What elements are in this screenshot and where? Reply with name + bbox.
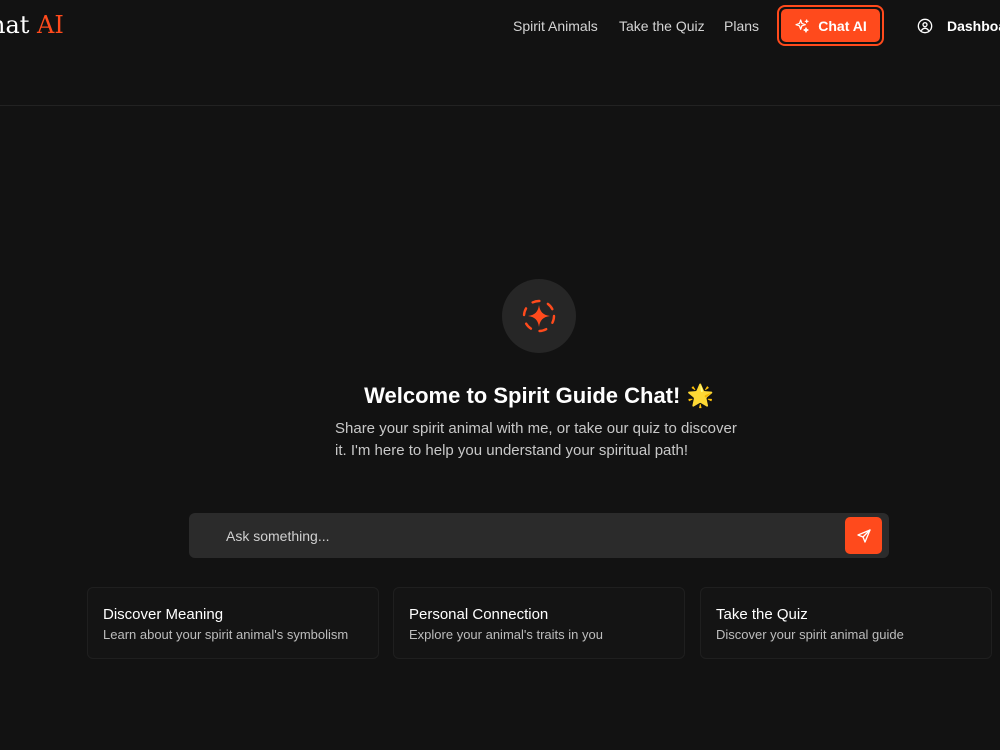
welcome-title: Welcome to Spirit Guide Chat! 🌟 [364, 383, 714, 408]
nav-plans[interactable]: Plans [724, 16, 759, 36]
welcome-subtitle: Share your spirit animal with me, or tak… [335, 420, 737, 459]
card-title: Personal Connection [409, 606, 549, 623]
dashboard-label: Dashboa [947, 18, 1000, 34]
sparkle-icon [522, 299, 556, 333]
card-title: Discover Meaning [103, 606, 224, 623]
chat-ai-label: Chat AI [818, 17, 867, 34]
chat-page: hat AI Spirit Animals Take the Quiz Plan… [0, 0, 1000, 750]
chat-input-bar [189, 513, 889, 558]
hero-sparkle-badge [502, 279, 576, 353]
chat-ai-button-inner: Chat AI [781, 9, 880, 42]
card-discover-meaning[interactable]: Discover Meaning Learn about your spirit… [87, 587, 379, 659]
card-take-quiz[interactable]: Take the Quiz Discover your spirit anima… [700, 587, 992, 659]
nav-dashboard[interactable]: Dashboa [917, 16, 1000, 36]
nav-take-quiz[interactable]: Take the Quiz [619, 16, 705, 36]
nav-spirit-animals[interactable]: Spirit Animals [513, 16, 598, 36]
chat-input[interactable] [189, 513, 839, 558]
card-description: Discover your spirit animal guide [716, 627, 904, 642]
chat-ai-button[interactable]: Chat AI [777, 5, 884, 46]
card-description: Learn about your spirit animal's symboli… [103, 627, 349, 642]
top-header: hat AI Spirit Animals Take the Quiz Plan… [0, 0, 1000, 106]
main-nav: Spirit Animals Take the Quiz Plans Chat … [0, 0, 1000, 52]
card-description: Explore your animal's traits in you [409, 627, 603, 642]
user-circle-icon [917, 18, 933, 34]
card-title: Take the Quiz [716, 606, 808, 623]
card-personal-connection[interactable]: Personal Connection Explore your animal'… [393, 587, 685, 659]
send-button[interactable] [845, 517, 882, 554]
sparkles-icon [795, 18, 809, 33]
send-icon [856, 528, 871, 543]
